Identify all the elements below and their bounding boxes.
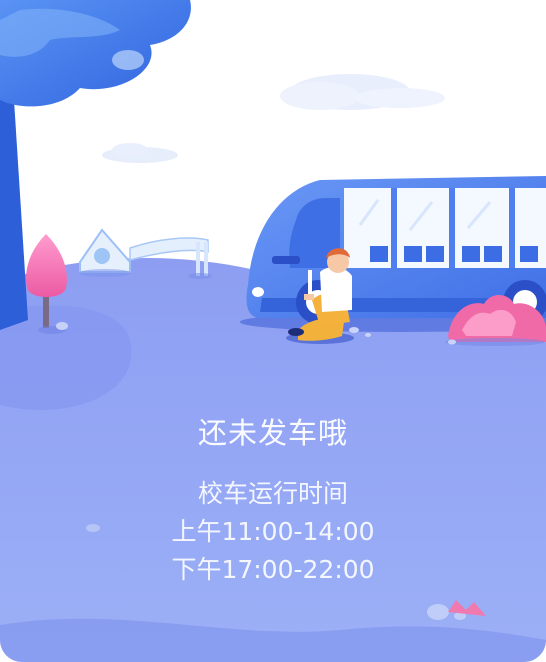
cloud-small (102, 143, 178, 163)
empty-state-card: 还未发车哦 校车运行时间 上午11:00-14:00 下午17:00-22:00 (0, 0, 546, 662)
schedule-evening: 下午17:00-22:00 (171, 555, 375, 584)
schedule-label: 校车运行时间 (197, 479, 348, 508)
cloud-large (280, 74, 445, 110)
schedule-morning: 上午11:00-14:00 (171, 517, 375, 546)
status-message: 还未发车哦 (197, 416, 348, 450)
